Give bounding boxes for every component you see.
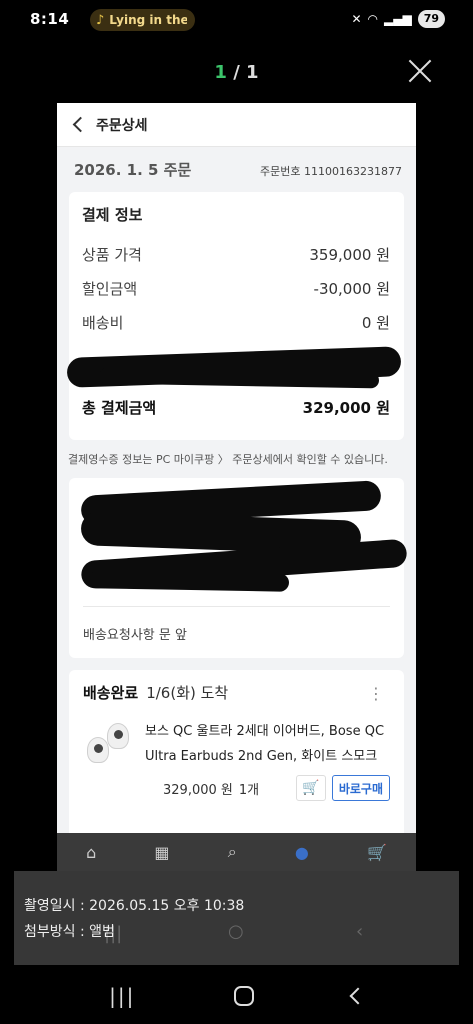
more-options-icon[interactable]: ⋮ bbox=[368, 684, 384, 703]
order-number: 주문번호 11100163231877 bbox=[260, 165, 402, 178]
order-date: 2026. 1. 5 주문 bbox=[74, 161, 192, 179]
row-label: 상품 가격 bbox=[82, 245, 142, 264]
captured-screenshot: 주문상세 2026. 1. 5 주문 주문번호 11100163231877 결… bbox=[57, 103, 416, 871]
app-bottom-nav: ⌂ ▦ ⌕ ● 🛒 bbox=[57, 833, 416, 871]
recent-apps-icon[interactable]: ||| bbox=[109, 984, 135, 1008]
close-icon[interactable] bbox=[407, 58, 433, 84]
total-label: 총 결제금액 bbox=[82, 398, 157, 417]
ghost-home-icon: ○ bbox=[228, 921, 244, 942]
media-chip[interactable]: ♪ Lying in the bbox=[90, 9, 196, 31]
back-icon[interactable] bbox=[349, 987, 367, 1005]
product-item[interactable]: 보스 QC 울트라 2세대 이어버드, Bose QC Ultra Earbud… bbox=[83, 719, 390, 771]
payment-info-card: 결제 정보 상품 가격 359,000 원 할인금액 -30,000 원 배송비… bbox=[66, 192, 404, 440]
row-value: 359,000 원 bbox=[309, 245, 390, 264]
discount-row: 할인금액 -30,000 원 bbox=[82, 271, 390, 305]
delivery-header: 배송완료 1/6(화) 도착 bbox=[83, 682, 390, 703]
clock: 8:14 bbox=[30, 10, 70, 28]
row-value: -30,000 원 bbox=[313, 279, 390, 298]
shipping-row: 배송비 0 원 bbox=[82, 305, 390, 339]
product-quantity: 1개 bbox=[238, 782, 260, 798]
cart-icon[interactable]: 🛒 bbox=[367, 843, 387, 862]
system-nav-bar: ||| bbox=[0, 976, 473, 1016]
order-detail-header: 주문상세 bbox=[57, 103, 416, 147]
attach-method: 첨부방식 : 앨범 bbox=[24, 924, 115, 940]
ghost-back-icon: ‹ bbox=[356, 921, 364, 942]
battery-indicator: 79 bbox=[417, 10, 445, 28]
current-index: 1 bbox=[214, 62, 227, 83]
total-row: 총 결제금액 329,000 원 bbox=[82, 390, 390, 424]
redaction-scribble bbox=[88, 570, 290, 592]
home-button-icon[interactable] bbox=[233, 986, 254, 1006]
music-note-icon: ♪ bbox=[96, 12, 105, 28]
product-name[interactable]: 보스 QC 울트라 2세대 이어버드, Bose QC Ultra Earbud… bbox=[145, 719, 390, 771]
divider bbox=[83, 606, 390, 607]
mute-icon: ✕ bbox=[351, 12, 362, 26]
shipping-address-card: 배송요청사항 문 앞 bbox=[69, 478, 408, 658]
receipt-note: 결제영수증 정보는 PC 마이쿠팡 〉 주문상세에서 확인할 수 있습니다. bbox=[68, 453, 388, 466]
buy-now-button[interactable]: 바로구매 bbox=[331, 775, 390, 801]
page-title: 주문상세 bbox=[96, 117, 148, 134]
delivery-request-value: 문 앞 bbox=[158, 628, 187, 643]
add-to-cart-icon[interactable]: 🛒 bbox=[295, 775, 326, 801]
image-counter: 1 / 1 bbox=[0, 62, 473, 83]
delivery-request: 배송요청사항 문 앞 bbox=[83, 624, 187, 643]
back-arrow-icon bbox=[72, 116, 89, 133]
delivery-date: 1/6(화) 도착 bbox=[146, 684, 229, 702]
photo-info-overlay: ||| ○ ‹ 촬영일시 : 2026.05.15 오후 10:38 첨부방식 … bbox=[14, 871, 459, 965]
search-icon[interactable]: ⌕ bbox=[228, 842, 237, 862]
order-summary-line: 2026. 1. 5 주문 주문번호 11100163231877 bbox=[57, 147, 416, 188]
earbud-shape bbox=[87, 737, 109, 763]
signal-icon: ▂▄▆ bbox=[384, 12, 412, 26]
delivery-status: 배송완료 bbox=[83, 684, 139, 702]
price-line: 329,000 원 1개 🛒 바로구매 bbox=[83, 775, 390, 801]
total-value: 329,000 원 bbox=[302, 398, 390, 417]
status-icons: ✕ ◠ ▂▄▆ 79 bbox=[351, 10, 445, 28]
product-image[interactable] bbox=[83, 719, 135, 771]
row-label: 할인금액 bbox=[82, 279, 138, 298]
media-title: Lying in the bbox=[109, 13, 188, 27]
product-price: 329,000 원 bbox=[163, 782, 233, 798]
payment-title: 결제 정보 bbox=[82, 206, 143, 224]
my-page-icon[interactable]: ● bbox=[295, 843, 309, 862]
wifi-icon: ◠ bbox=[367, 12, 378, 26]
earbud-shape bbox=[107, 723, 129, 749]
status-bar: 8:14 ♪ Lying in the ✕ ◠ ▂▄▆ 79 bbox=[0, 8, 473, 34]
home-icon[interactable]: ⌂ bbox=[86, 843, 96, 862]
row-label: 배송비 bbox=[82, 313, 124, 332]
captured-at: 촬영일시 : 2026.05.15 오후 10:38 bbox=[24, 898, 245, 914]
total-count: / 1 bbox=[233, 62, 259, 83]
price-row: 상품 가격 359,000 원 bbox=[82, 237, 390, 271]
category-icon[interactable]: ▦ bbox=[154, 843, 169, 862]
delivery-request-label: 배송요청사항 bbox=[83, 628, 155, 643]
row-value: 0 원 bbox=[361, 313, 390, 332]
